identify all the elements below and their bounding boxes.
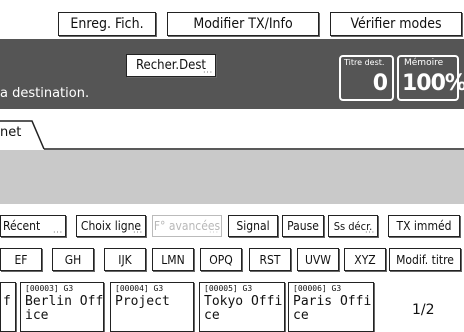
status-message: a destination. — [0, 86, 90, 101]
index-lmn-button[interactable]: LMN — [152, 248, 194, 271]
signal-button[interactable]: Signal — [228, 215, 278, 237]
tab-outline — [0, 120, 464, 150]
destination-name: Project — [115, 294, 170, 309]
immediate-tx-button[interactable]: TX imméd — [388, 215, 460, 237]
more-indicator-icon: ··· — [365, 228, 375, 237]
destination-name: Paris Offi ce — [293, 294, 372, 323]
dest-title-label: Titre dest. — [344, 58, 385, 67]
index-ijk-button[interactable]: IJK — [104, 248, 146, 271]
entry-area — [0, 150, 464, 204]
pause-button[interactable]: Pause — [282, 215, 324, 237]
advanced-features-button[interactable]: F° avancées ··· — [152, 215, 222, 237]
modify-title-button[interactable]: Modif. titre — [389, 248, 461, 271]
tab-internet[interactable]: net — [0, 125, 21, 140]
destination-button[interactable]: [00006] G3 Paris Offi ce — [288, 282, 374, 332]
more-indicator-icon: ··· — [209, 228, 219, 237]
page-indicator: 1/2 — [412, 302, 435, 318]
destination-name: Berlin Off ice — [25, 294, 104, 323]
destination-code: [00005] G3 — [204, 284, 253, 293]
destination-code: [00004] G3 — [115, 284, 164, 293]
choose-line-label: Choix ligne — [80, 219, 142, 233]
recent-button[interactable]: Récent ··· — [0, 215, 66, 237]
memory-indicator: Mémoire 100% — [397, 55, 464, 101]
choose-line-button[interactable]: Choix ligne ··· — [76, 215, 146, 237]
modify-tx-info-button[interactable]: Modifier TX/Info — [167, 12, 319, 36]
destination-code: [00003] G3 — [25, 284, 74, 293]
destination-button[interactable]: [00004] G3 Project — [110, 282, 194, 332]
memory-label: Mémoire — [404, 58, 444, 68]
save-file-button[interactable]: Enreg. Fich. — [58, 12, 156, 36]
dest-title-value: 0 — [372, 71, 388, 96]
more-indicator-icon: ··· — [133, 228, 143, 237]
index-ef-button[interactable]: EF — [0, 248, 42, 271]
dest-title-counter: Titre dest. 0 — [339, 55, 394, 101]
check-modes-button[interactable]: Vérifier modes — [330, 12, 462, 36]
index-gh-button[interactable]: GH — [52, 248, 94, 271]
index-rst-button[interactable]: RST — [249, 248, 291, 271]
destination-name: Tokyo Offi ce — [204, 294, 283, 323]
more-indicator-icon: ··· — [53, 228, 63, 237]
destination-name: f — [3, 294, 11, 309]
destination-button[interactable]: [00003] G3 Berlin Off ice — [20, 282, 104, 332]
index-uvw-button[interactable]: UVW — [297, 248, 339, 271]
index-opq-button[interactable]: OPQ — [200, 248, 242, 271]
sub-code-button[interactable]: Ss décr. ··· — [328, 215, 378, 237]
search-destination-label: Recher.Dest — [136, 58, 206, 73]
search-destination-button[interactable]: Recher.Dest ··· — [126, 54, 216, 77]
destination-button[interactable]: f — [0, 282, 16, 332]
destination-code: [00006] G3 — [293, 284, 342, 293]
index-xyz-button[interactable]: XYZ — [344, 248, 386, 271]
more-indicator-icon: ··· — [203, 68, 213, 77]
destination-button[interactable]: [00005] G3 Tokyo Offi ce — [199, 282, 285, 332]
memory-value: 100% — [402, 71, 464, 96]
recent-label: Récent — [3, 219, 41, 233]
